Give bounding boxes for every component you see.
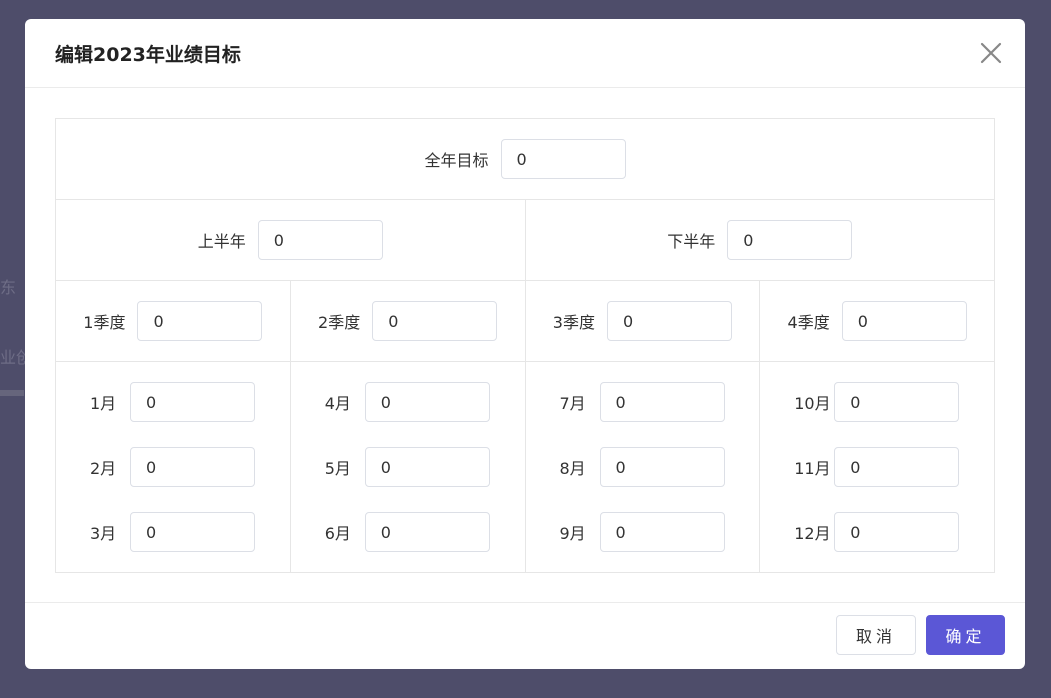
first-half-cell: 上半年 (55, 199, 526, 281)
month-label: 12月 (794, 524, 831, 543)
quarter-label: 4季度 (787, 313, 830, 332)
quarter-3-input[interactable] (606, 301, 732, 341)
month-label: 3月 (90, 524, 117, 543)
full-year-input[interactable] (500, 139, 626, 179)
quarter-label: 3季度 (552, 313, 595, 332)
target-grid: 全年目标 上半年 下半年 (55, 118, 995, 573)
quarter-2-input[interactable] (372, 301, 498, 341)
dialog-body: 全年目标 上半年 下半年 (25, 88, 1025, 603)
month-8-input[interactable] (599, 447, 725, 487)
month-label: 10月 (794, 394, 831, 413)
month-label: 2月 (90, 459, 117, 478)
month-7-input[interactable] (599, 382, 725, 422)
dialog-header: 编辑2023年业绩目标 (25, 19, 1025, 88)
second-half-cell: 下半年 (524, 199, 995, 281)
quarter-4-input[interactable] (841, 301, 967, 341)
month-label: 6月 (324, 524, 351, 543)
full-year-label: 全年目标 (424, 151, 489, 170)
month-10-input[interactable] (834, 382, 960, 422)
dialog-title: 编辑2023年业绩目标 (55, 44, 241, 66)
month-9-input[interactable] (599, 512, 725, 552)
months-cell: 7月 8月 9月 (524, 361, 761, 573)
second-half-input[interactable] (727, 220, 853, 260)
month-12-input[interactable] (834, 512, 960, 552)
background-text: 东 (0, 278, 17, 297)
quarter-label: 2季度 (318, 313, 361, 332)
month-4-input[interactable] (364, 382, 490, 422)
month-3-input[interactable] (130, 512, 255, 552)
dialog-footer: 取消 确定 (25, 602, 1025, 669)
quarter-cell: 1季度 (55, 280, 291, 362)
first-half-input[interactable] (257, 220, 383, 260)
edit-target-dialog: 编辑2023年业绩目标 全年目标 上半年 (25, 19, 1025, 669)
month-1-input[interactable] (130, 382, 255, 422)
second-half-label: 下半年 (667, 232, 716, 251)
month-label: 11月 (794, 459, 831, 478)
month-label: 7月 (559, 394, 586, 413)
cancel-button[interactable]: 取消 (836, 615, 916, 655)
month-2-input[interactable] (130, 447, 255, 487)
confirm-button[interactable]: 确定 (926, 615, 1005, 655)
month-label: 9月 (559, 524, 586, 543)
background-bar (0, 390, 24, 396)
months-cell: 4月 5月 6月 (289, 361, 526, 573)
close-icon[interactable] (979, 41, 1003, 65)
month-5-input[interactable] (364, 447, 490, 487)
quarter-cell: 3季度 (524, 280, 761, 362)
month-11-input[interactable] (834, 447, 960, 487)
months-cell: 10月 11月 12月 (759, 361, 995, 573)
month-label: 1月 (90, 394, 117, 413)
quarter-cell: 2季度 (289, 280, 526, 362)
month-label: 8月 (559, 459, 586, 478)
first-half-label: 上半年 (197, 232, 246, 251)
full-year-cell: 全年目标 (55, 118, 995, 200)
quarter-label: 1季度 (83, 313, 126, 332)
quarter-1-input[interactable] (137, 301, 263, 341)
quarter-cell: 4季度 (759, 280, 995, 362)
month-6-input[interactable] (364, 512, 490, 552)
month-label: 5月 (324, 459, 351, 478)
months-cell: 1月 2月 3月 (55, 361, 291, 573)
month-label: 4月 (324, 394, 351, 413)
